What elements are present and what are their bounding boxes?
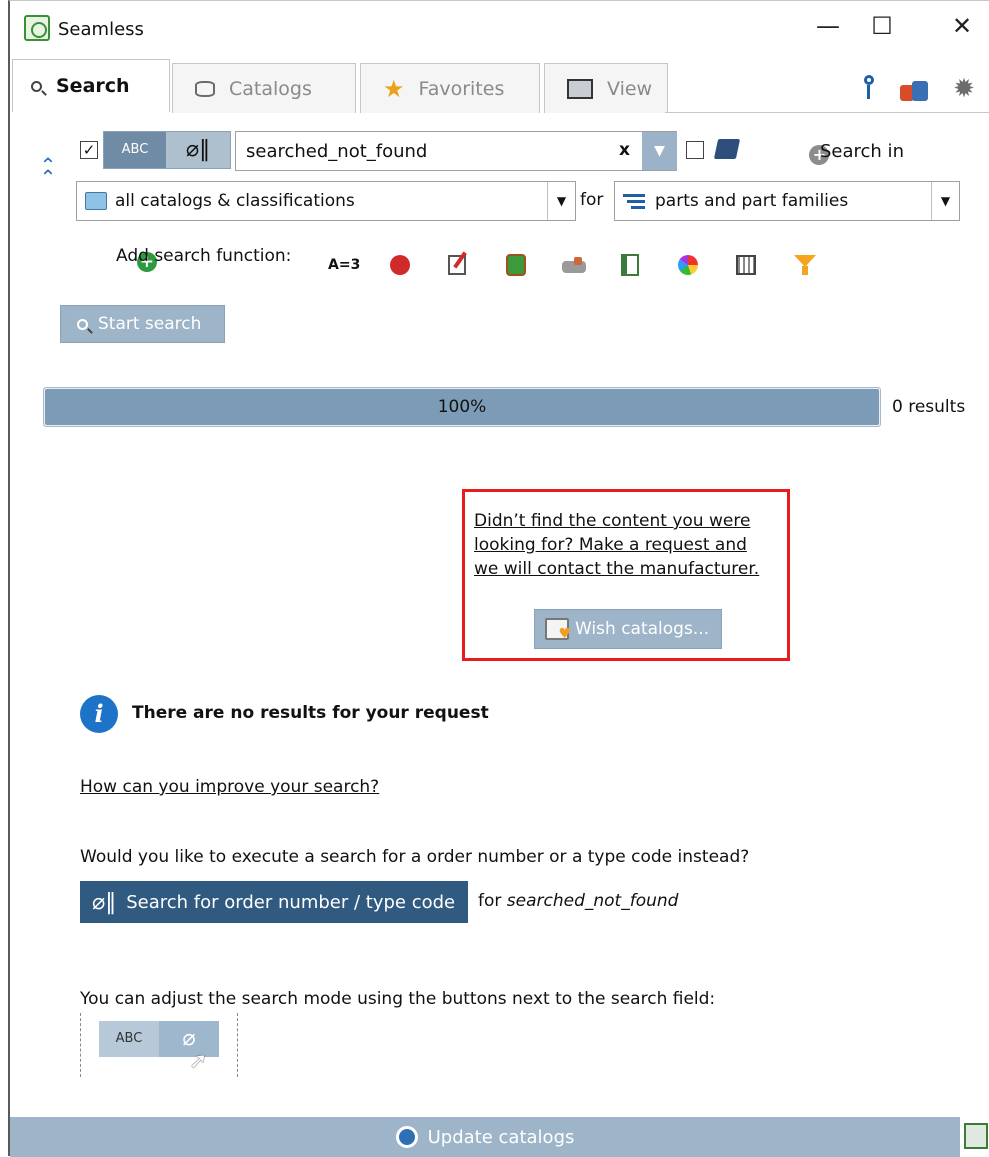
search-mode-checkbox[interactable]: ✓ [80, 141, 98, 159]
geometry-search-icon[interactable] [502, 251, 530, 279]
order-number-icon: ⌀‖ [92, 889, 117, 915]
wish-catalogs-label: Wish catalogs... [575, 619, 710, 639]
sketch-search-icon[interactable] [444, 251, 472, 279]
tab-label: Favorites [418, 77, 505, 100]
chevron-down-icon[interactable]: ▼ [547, 182, 575, 220]
view-icon [567, 78, 593, 99]
3d-part-search-icon[interactable] [560, 251, 588, 279]
results-count: 0 results [892, 397, 966, 417]
search-history-dropdown[interactable]: ▼ [642, 132, 677, 170]
users-icon[interactable] [900, 77, 930, 103]
order-number-for-text: for searched_not_found [478, 891, 678, 911]
cursor-pointer-icon: ➚ [189, 1049, 208, 1074]
magnifier-icon [31, 80, 42, 92]
wish-request-link[interactable]: Didn’t find the content you were looking… [474, 509, 759, 581]
search-term: searched_not_found [506, 891, 679, 911]
tab-label: View [607, 77, 653, 100]
wish-heart-icon: ♥ [545, 618, 571, 642]
search-target-select[interactable]: parts and part families ▼ [614, 181, 960, 221]
no-results-heading: There are no results for your request [132, 703, 489, 723]
mode-abc-button[interactable]: ABC [104, 132, 166, 168]
search-order-number-button[interactable]: ⌀‖ Search for order number / type code [80, 881, 468, 923]
add-search-function-label[interactable]: Add search function: [116, 246, 291, 266]
search-mode-toggle[interactable]: ABC ⌀‖ [103, 131, 231, 169]
tab-view[interactable]: View [544, 63, 668, 113]
order-number-question: Would you like to execute a search for a… [80, 847, 750, 867]
demo-abc-label: ABC [99, 1021, 159, 1057]
update-catalogs-label: Update catalogs [427, 1126, 575, 1148]
search-order-number-label: Search for order number / type code [126, 891, 456, 913]
tab-label: Catalogs [229, 77, 312, 100]
start-search-button[interactable]: Start search [60, 305, 225, 343]
update-catalogs-button[interactable]: Update catalogs [10, 1117, 960, 1157]
color-search-icon[interactable] [674, 251, 702, 279]
list-tree-icon [623, 194, 645, 209]
catalog-scope-value: all catalogs & classifications [115, 191, 355, 211]
tab-favorites[interactable]: ★ Favorites [360, 63, 540, 113]
attribute-equals-icon[interactable]: A=3 [328, 251, 360, 279]
application-window: Seamless — ☐ ✕ Search Catalogs ★ Favorit… [8, 0, 989, 1157]
database-icon [195, 80, 215, 97]
collapse-chevrons-icon[interactable]: ⌃ ⌃ [36, 155, 60, 187]
wish-text-line[interactable]: we will contact the manufacturer. [474, 557, 759, 581]
minimize-button[interactable]: — [806, 9, 850, 43]
window-title: Seamless [58, 19, 144, 40]
key-icon[interactable] [862, 75, 876, 101]
tab-label: Search [56, 75, 130, 97]
wish-text-line[interactable]: looking for? Make a request and [474, 533, 759, 557]
catalog-scope-select[interactable]: all catalogs & classifications ▼ [76, 181, 576, 221]
search-input[interactable] [244, 138, 604, 164]
book-icon [713, 139, 741, 159]
adjust-mode-text: You can adjust the search mode using the… [80, 989, 716, 1009]
tab-catalogs[interactable]: Catalogs [172, 63, 356, 113]
refresh-icon [395, 1126, 418, 1148]
chevron-down-icon[interactable]: ▼ [931, 182, 959, 220]
star-icon: ★ [383, 74, 405, 103]
clear-search-button[interactable]: x [619, 140, 630, 160]
maximize-button[interactable]: ☐ [860, 9, 904, 43]
magnifier-icon [77, 318, 88, 330]
shape-search-icon[interactable] [386, 251, 414, 279]
folder-icon [85, 192, 107, 210]
search-field[interactable]: x ▼ [235, 131, 677, 171]
search-target-value: parts and part families [655, 191, 849, 211]
settings-gear-icon[interactable]: ✹ [950, 75, 978, 103]
app-logo-icon [24, 15, 50, 41]
wish-catalogs-button[interactable]: ♥ Wish catalogs... [534, 609, 722, 649]
search-in-catalog-checkbox[interactable] [686, 141, 704, 159]
search-in-label[interactable]: Search in [820, 141, 904, 162]
for-label: for [580, 190, 604, 210]
table-search-icon[interactable] [616, 251, 644, 279]
search-progress-bar: 100% [43, 387, 881, 427]
close-button[interactable]: ✕ [940, 9, 984, 43]
mode-order-number-button[interactable]: ⌀‖ [166, 132, 230, 168]
filter-icon[interactable] [790, 251, 818, 279]
wish-text-line[interactable]: Didn’t find the content you were [474, 509, 759, 533]
image-search-icon[interactable] [732, 251, 760, 279]
for-prefix: for [478, 891, 502, 911]
info-icon: i [80, 695, 118, 733]
tab-search[interactable]: Search [12, 59, 170, 112]
improve-search-link[interactable]: How can you improve your search? [80, 777, 379, 797]
catalog-status-icon[interactable] [964, 1123, 988, 1149]
tab-divider [665, 112, 989, 113]
search-mode-demo: ABC ⌀ ➚ [80, 1013, 238, 1077]
progress-percent: 100% [437, 397, 487, 417]
start-search-label: Start search [98, 314, 202, 334]
